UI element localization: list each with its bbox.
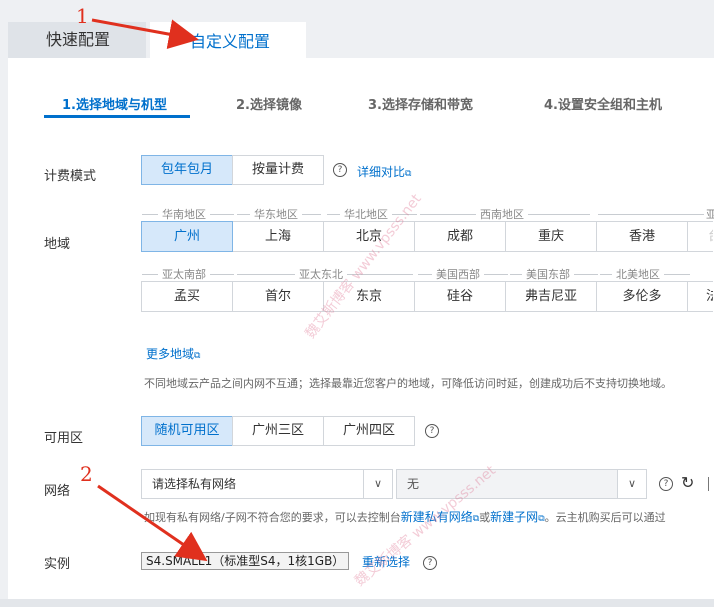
- annotation-number-1: 1: [76, 4, 89, 28]
- arrow-1: [91, 18, 199, 49]
- arrow-2: [97, 484, 208, 562]
- annotation-number-2: 2: [80, 462, 93, 486]
- region-guangzhou[interactable]: 广州: [141, 221, 233, 252]
- annotation-arrows: [91, 18, 208, 562]
